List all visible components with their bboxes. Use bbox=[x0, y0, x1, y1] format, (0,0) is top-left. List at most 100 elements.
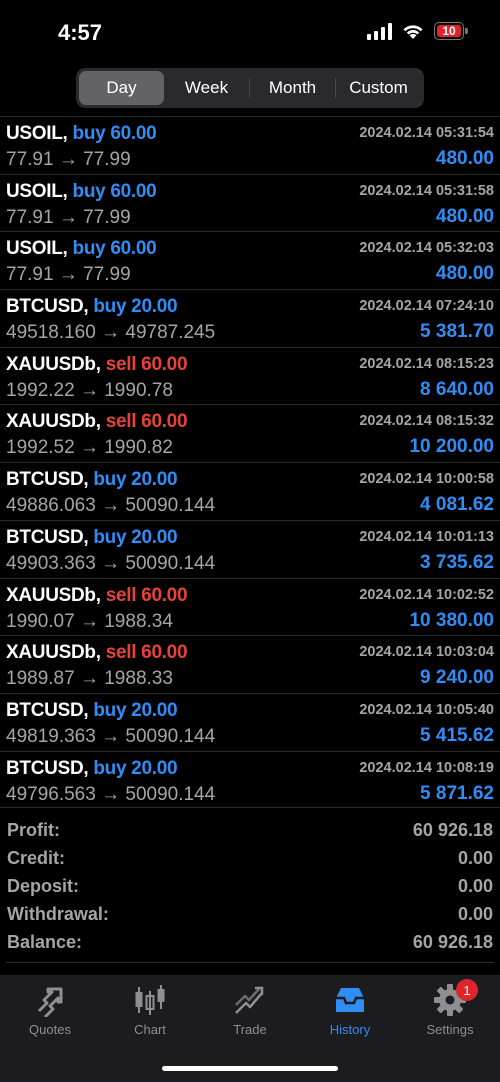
summary-value: 0.00 bbox=[457, 904, 493, 924]
trade-side: buy 20.00 bbox=[93, 296, 178, 318]
tab-label: Trade bbox=[233, 1022, 267, 1037]
trade-profit: 4 081.62 bbox=[420, 494, 494, 516]
cellular-signal-icon bbox=[367, 22, 392, 40]
trade-row[interactable]: XAUUSDb, sell 60.00 1992.22 → 1990.78 2024… bbox=[0, 346, 500, 405]
trade-title: XAUUSDb, sell 60.00 bbox=[6, 411, 188, 433]
summary-value: 60 926.18 bbox=[412, 820, 493, 840]
trade-title: XAUUSDb, sell 60.00 bbox=[6, 353, 188, 376]
tab-label: Quotes bbox=[29, 1022, 71, 1037]
trade-time: 2024.02.14 10:03:04 bbox=[359, 644, 494, 661]
trade-row[interactable]: USOIL, buy 60.00 77.91 → 77.99 2024.02.14 … bbox=[0, 231, 500, 289]
trade-prices: 49796.563 → 50090.144 bbox=[6, 783, 216, 805]
notification-badge: 1 bbox=[456, 979, 478, 1001]
summary-row: Credit: 0.00 bbox=[0, 846, 500, 874]
trade-row[interactable]: USOIL, buy 60.00 77.91 → 77.99 2024.02.14 … bbox=[0, 116, 500, 174]
trade-side: sell 60.00 bbox=[105, 642, 188, 664]
tab-quotes[interactable]: Quotes bbox=[0, 983, 100, 1037]
trade-prices: 49819.363 → 50090.144 bbox=[6, 725, 216, 747]
segment-week[interactable]: Week bbox=[164, 71, 249, 105]
trade-title: BTCUSD, buy 20.00 bbox=[6, 526, 178, 549]
trade-prices: 49886.063 → 50090.144 bbox=[6, 495, 216, 517]
trade-prices: 49903.363 → 50090.144 bbox=[6, 552, 216, 574]
trade-side: sell 60.00 bbox=[105, 411, 188, 433]
divider bbox=[6, 962, 494, 963]
tab-history[interactable]: History bbox=[300, 983, 400, 1037]
trade-time: 2024.02.14 10:00:58 bbox=[359, 471, 494, 488]
summary-label: Withdrawal: bbox=[7, 904, 109, 924]
period-segmented-control: Day Week Month Custom bbox=[76, 68, 424, 108]
trade-symbol: BTCUSD, bbox=[6, 469, 89, 491]
trade-title: XAUUSDb, sell 60.00 bbox=[6, 584, 188, 607]
trade-side: buy 20.00 bbox=[93, 469, 178, 491]
trade-profit: 5 381.70 bbox=[420, 321, 494, 343]
trade-time: 2024.02.14 10:01:13 bbox=[359, 528, 494, 545]
trade-side: buy 20.00 bbox=[93, 699, 178, 721]
trade-profit: 9 240.00 bbox=[420, 667, 494, 689]
trade-profit: 480.00 bbox=[435, 263, 494, 285]
trade-time: 2024.02.14 05:32:03 bbox=[359, 240, 494, 257]
trade-time: 2024.02.14 10:02:52 bbox=[359, 586, 494, 603]
battery-level: 10 bbox=[442, 24, 456, 38]
summary-label: Deposit: bbox=[7, 876, 79, 896]
trade-symbol: BTCUSD, bbox=[6, 296, 89, 318]
trade-row[interactable]: USOIL, buy 60.00 77.91 → 77.99 2024.02.14 … bbox=[0, 173, 500, 232]
trade-time: 2024.02.14 07:24:10 bbox=[359, 298, 494, 315]
trade-row[interactable]: XAUUSDb, sell 60.00 1990.07 → 1988.34 2024… bbox=[0, 577, 500, 636]
battery-icon: 10 bbox=[434, 22, 468, 40]
trade-symbol: BTCUSD, bbox=[6, 526, 89, 548]
trade-time: 2024.02.14 08:15:23 bbox=[359, 355, 494, 372]
history-summary: Profit: 60 926.18 Credit: 0.00 Deposit: 0.00 W… bbox=[0, 818, 500, 958]
trade-prices: 1989.87 → 1988.33 bbox=[6, 668, 173, 690]
trade-row[interactable]: BTCUSD, buy 20.00 49796.563 → 50090.144 20… bbox=[0, 750, 500, 809]
summary-row: Balance: 60 926.18 bbox=[0, 930, 500, 958]
segment-custom[interactable]: Custom bbox=[336, 71, 421, 105]
trade-history-list: USOIL, buy 60.00 77.91 → 77.99 2024.02.14 … bbox=[0, 116, 500, 809]
wifi-icon bbox=[403, 24, 423, 39]
trade-side: buy 60.00 bbox=[72, 238, 157, 260]
trade-profit: 480.00 bbox=[435, 205, 494, 227]
trade-row[interactable]: BTCUSD, buy 20.00 49518.160 → 49787.245 20… bbox=[0, 289, 500, 347]
summary-label: Credit: bbox=[7, 848, 65, 868]
segment-month[interactable]: Month bbox=[250, 71, 335, 105]
trade-profit: 480.00 bbox=[435, 148, 494, 169]
trade-row[interactable]: BTCUSD, buy 20.00 49903.363 → 50090.144 20… bbox=[0, 519, 500, 578]
tab-chart[interactable]: Chart bbox=[100, 983, 200, 1037]
tab-trade[interactable]: Trade bbox=[200, 983, 300, 1037]
trade-symbol: XAUUSDb, bbox=[6, 642, 101, 664]
trade-symbol: XAUUSDb, bbox=[6, 584, 101, 606]
tab-label: History bbox=[329, 1022, 371, 1037]
trade-prices: 1990.07 → 1988.34 bbox=[6, 610, 173, 632]
summary-label: Profit: bbox=[7, 820, 60, 840]
trade-profit: 5 415.62 bbox=[420, 724, 494, 746]
trade-prices: 77.91 → 77.99 bbox=[6, 206, 131, 228]
trade-title: USOIL, buy 60.00 bbox=[6, 181, 157, 203]
trade-profit: 3 735.62 bbox=[420, 551, 494, 573]
tab-settings[interactable]: 1 Settings bbox=[400, 979, 500, 1037]
home-indicator bbox=[162, 1066, 338, 1071]
trade-prices: 1992.22 → 1990.78 bbox=[6, 379, 173, 401]
trade-profit: 8 640.00 bbox=[420, 378, 494, 400]
trade-row[interactable]: XAUUSDb, sell 60.00 1989.87 → 1988.33 2024… bbox=[0, 635, 500, 693]
trade-time: 2024.02.14 08:15:32 bbox=[359, 413, 494, 430]
trade-profit: 5 871.62 bbox=[420, 782, 494, 804]
trade-row[interactable]: BTCUSD, buy 20.00 49886.063 → 50090.144 20… bbox=[0, 462, 500, 520]
trade-symbol: XAUUSDb, bbox=[6, 353, 101, 375]
trade-title: BTCUSD, buy 20.00 bbox=[6, 469, 178, 491]
summary-label: Balance: bbox=[7, 932, 83, 952]
trade-row[interactable]: BTCUSD, buy 20.00 49819.363 → 50090.144 20… bbox=[0, 692, 500, 751]
trade-prices: 1992.52 → 1990.82 bbox=[6, 437, 173, 459]
trade-row[interactable]: XAUUSDb, sell 60.00 1992.52 → 1990.82 2024… bbox=[0, 404, 500, 462]
trade-prices: 77.91 → 77.99 bbox=[6, 264, 131, 286]
tab-label: Chart bbox=[134, 1022, 166, 1037]
summary-value: 0.00 bbox=[457, 876, 493, 896]
segment-day[interactable]: Day bbox=[79, 71, 164, 105]
summary-row: Withdrawal: 0.00 bbox=[0, 902, 500, 930]
trade-time: 2024.02.14 05:31:54 bbox=[359, 125, 494, 141]
status-icons: 10 bbox=[367, 22, 468, 40]
status-time: 4:57 bbox=[58, 20, 103, 45]
trade-side: buy 60.00 bbox=[72, 123, 157, 144]
trade-time: 2024.02.14 10:08:19 bbox=[359, 759, 494, 776]
trade-icon bbox=[233, 983, 267, 1017]
tab-label: Settings bbox=[426, 1022, 474, 1037]
trade-title: USOIL, buy 60.00 bbox=[6, 238, 157, 260]
